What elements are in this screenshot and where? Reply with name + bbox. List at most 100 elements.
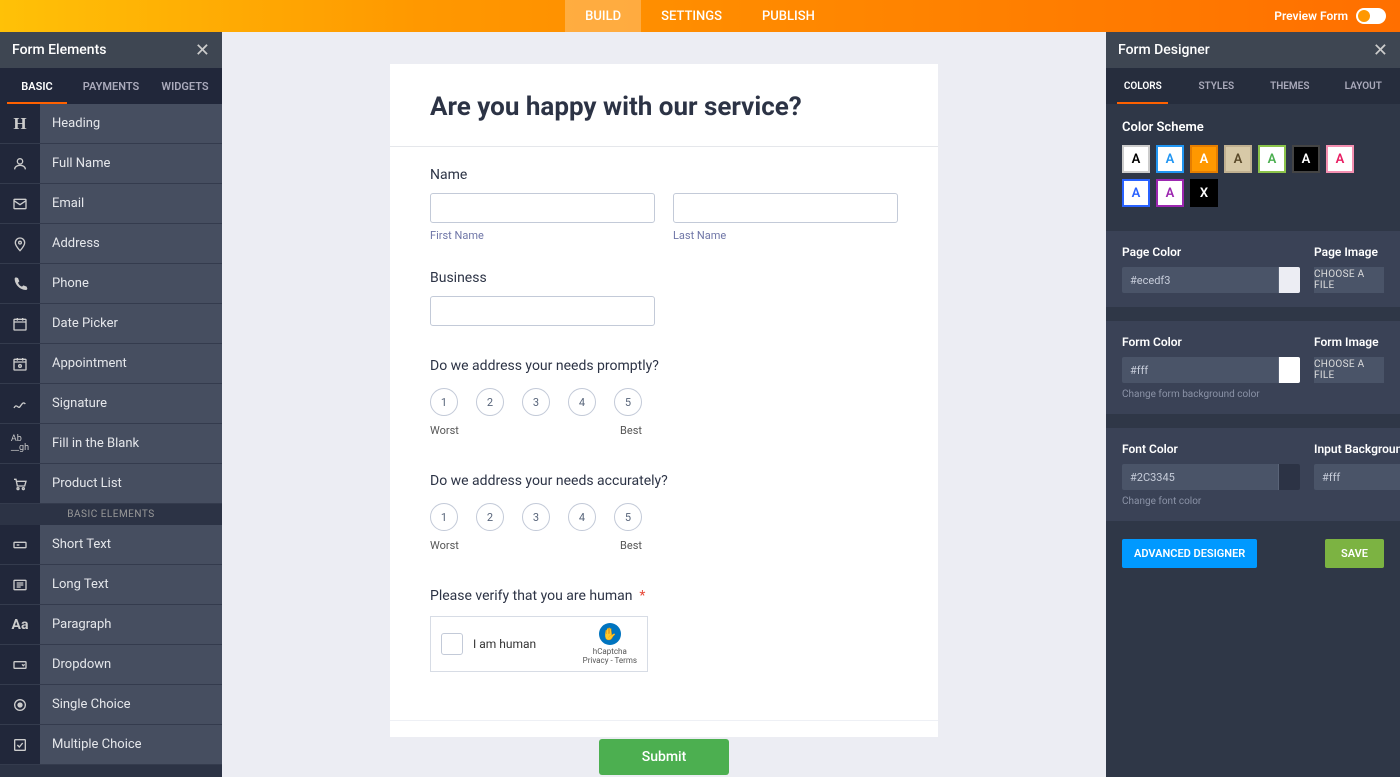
page-image-choose[interactable]: CHOOSE A FILE: [1314, 267, 1384, 293]
element-label: Full Name: [40, 144, 222, 183]
input-bg-input[interactable]: [1314, 464, 1400, 490]
submit-button[interactable]: Submit: [599, 739, 729, 775]
element-label: Fill in the Blank: [40, 424, 222, 463]
preview-form[interactable]: Preview Form: [1274, 8, 1386, 24]
element-label: Long Text: [40, 565, 222, 604]
form-card: Are you happy with our service? Name Fir…: [390, 64, 938, 737]
first-name-input[interactable]: [430, 193, 655, 223]
business-label: Business: [430, 270, 898, 286]
right-tab-layout[interactable]: LAYOUT: [1327, 68, 1400, 104]
sig-icon: [0, 384, 40, 423]
tab-publish[interactable]: PUBLISH: [742, 0, 835, 32]
left-tab-widgets[interactable]: WIDGETS: [148, 68, 222, 104]
last-name-input[interactable]: [673, 193, 898, 223]
captcha-privacy[interactable]: Privacy - Terms: [583, 656, 637, 665]
rating2-row: 12345: [430, 503, 898, 531]
font-color-input[interactable]: [1122, 464, 1278, 490]
right-panel-title: Form Designer: [1118, 42, 1210, 58]
page-color-chip[interactable]: [1278, 267, 1300, 293]
color-swatch[interactable]: A: [1326, 145, 1354, 173]
long-icon: [0, 565, 40, 604]
preview-toggle[interactable]: [1356, 8, 1386, 24]
element-email[interactable]: Email: [0, 184, 222, 224]
page-color-label: Page Color: [1122, 245, 1300, 259]
element-label: Date Picker: [40, 304, 222, 343]
input-bg-label: Input Background: [1314, 442, 1400, 456]
color-swatch[interactable]: X: [1190, 179, 1218, 207]
element-dropdown[interactable]: Dropdown: [0, 645, 222, 685]
color-swatch[interactable]: A: [1122, 145, 1150, 173]
color-swatch[interactable]: A: [1190, 145, 1218, 173]
rating-option-4[interactable]: 4: [568, 388, 596, 416]
topbar-tabs: BUILD SETTINGS PUBLISH: [565, 0, 835, 32]
tab-build[interactable]: BUILD: [565, 0, 641, 32]
element-single-choice[interactable]: Single Choice: [0, 685, 222, 725]
color-swatch[interactable]: A: [1156, 179, 1184, 207]
rating-option-4[interactable]: 4: [568, 503, 596, 531]
rating-option-1[interactable]: 1: [430, 388, 458, 416]
element-phone[interactable]: Phone: [0, 264, 222, 304]
advanced-designer-button[interactable]: ADVANCED DESIGNER: [1122, 539, 1257, 568]
rating-option-2[interactable]: 2: [476, 503, 504, 531]
element-fill-in-the-blank[interactable]: Ab__ghFill in the Blank: [0, 424, 222, 464]
close-icon[interactable]: ✕: [195, 40, 210, 61]
page-color-input[interactable]: [1122, 267, 1278, 293]
left-tab-basic[interactable]: BASIC: [0, 68, 74, 104]
font-color-help: Change font color: [1122, 496, 1300, 507]
element-label: Address: [40, 224, 222, 263]
element-long-text[interactable]: Long Text: [0, 565, 222, 605]
rating1-row: 12345: [430, 388, 898, 416]
element-multiple-choice[interactable]: Multiple Choice: [0, 725, 222, 765]
form-image-choose[interactable]: CHOOSE A FILE: [1314, 357, 1384, 383]
save-button[interactable]: SAVE: [1325, 539, 1384, 568]
color-swatch[interactable]: A: [1258, 145, 1286, 173]
element-label: Email: [40, 184, 222, 223]
element-heading[interactable]: HHeading: [0, 104, 222, 144]
element-product-list[interactable]: Product List: [0, 464, 222, 504]
pin-icon: [0, 224, 40, 263]
rating-option-3[interactable]: 3: [522, 388, 550, 416]
right-tab-themes[interactable]: THEMES: [1253, 68, 1327, 104]
color-swatch[interactable]: A: [1292, 145, 1320, 173]
business-input[interactable]: [430, 296, 655, 326]
element-appointment[interactable]: Appointment: [0, 344, 222, 384]
first-name-sublabel: First Name: [430, 229, 655, 242]
right-tabs: COLORS STYLES THEMES LAYOUT: [1106, 68, 1400, 104]
basic-elements-divider: BASIC ELEMENTS: [0, 504, 222, 525]
element-signature[interactable]: Signature: [0, 384, 222, 424]
rating-option-3[interactable]: 3: [522, 503, 550, 531]
form-color-chip[interactable]: [1278, 357, 1300, 383]
element-label: Short Text: [40, 525, 222, 564]
element-date-picker[interactable]: Date Picker: [0, 304, 222, 344]
phone-icon: [0, 264, 40, 303]
font-color-chip[interactable]: [1278, 464, 1300, 490]
rating2-worst: Worst: [430, 539, 459, 552]
color-scheme-label: Color Scheme: [1122, 120, 1384, 135]
element-paragraph[interactable]: AaParagraph: [0, 605, 222, 645]
left-tab-payments[interactable]: PAYMENTS: [74, 68, 148, 104]
element-short-text[interactable]: Short Text: [0, 525, 222, 565]
close-icon[interactable]: ✕: [1373, 40, 1388, 61]
color-swatch[interactable]: A: [1122, 179, 1150, 207]
color-swatch[interactable]: A: [1224, 145, 1252, 173]
rating-option-1[interactable]: 1: [430, 503, 458, 531]
captcha-checkbox[interactable]: [441, 633, 463, 655]
element-full-name[interactable]: Full Name: [0, 144, 222, 184]
element-address[interactable]: Address: [0, 224, 222, 264]
form-color-input[interactable]: [1122, 357, 1278, 383]
element-label: Single Choice: [40, 685, 222, 724]
right-tab-styles[interactable]: STYLES: [1180, 68, 1254, 104]
rating-option-5[interactable]: 5: [614, 503, 642, 531]
tab-settings[interactable]: SETTINGS: [641, 0, 742, 32]
right-tab-colors[interactable]: COLORS: [1106, 68, 1180, 104]
H-icon: H: [0, 104, 40, 143]
left-panel-title: Form Elements: [12, 42, 106, 58]
color-swatch[interactable]: A: [1156, 145, 1184, 173]
preview-label: Preview Form: [1274, 9, 1348, 23]
left-panel: Form Elements ✕ BASIC PAYMENTS WIDGETS H…: [0, 32, 222, 777]
rating-option-2[interactable]: 2: [476, 388, 504, 416]
captcha-box[interactable]: I am human ✋ hCaptcha Privacy - Terms: [430, 616, 648, 672]
rating2-best: Best: [620, 539, 642, 552]
rating-option-5[interactable]: 5: [614, 388, 642, 416]
element-label: Heading: [40, 104, 222, 143]
